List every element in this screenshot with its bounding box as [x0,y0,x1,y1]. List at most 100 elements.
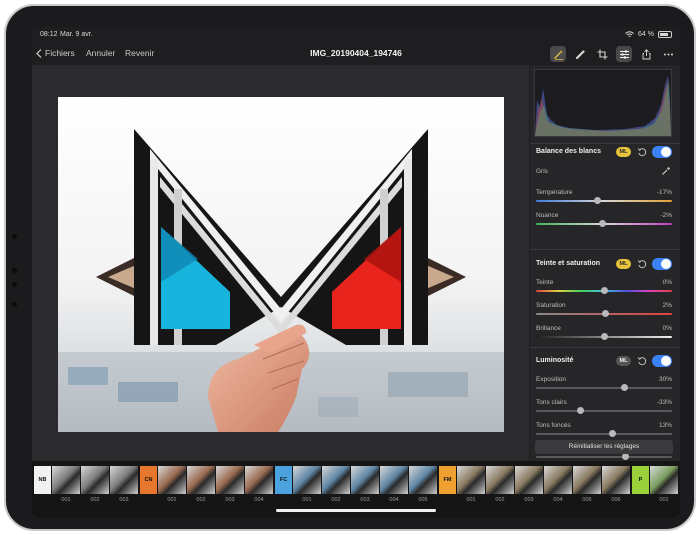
slider-value: -33% [656,399,672,406]
brush-tool[interactable] [572,46,588,62]
slider-thumb[interactable] [608,430,616,437]
thumbnail-image [380,466,408,494]
white-balance-toggle[interactable] [652,146,672,158]
hue-saturation-toggle[interactable] [652,258,672,270]
thumbnail-image [515,466,543,494]
more-tool[interactable] [660,46,676,62]
status-time: 08:12 [40,31,58,38]
adjustments-panel: Balance des blancs ML Gris Température -1… [530,65,680,461]
thumbnail-label: 005 [418,497,428,503]
eyedropper-icon[interactable] [661,166,671,176]
slider-thumb[interactable] [577,407,585,414]
thumbnail-image [158,466,186,494]
thumbnail-label: 003 [360,497,370,503]
slider-track[interactable] [536,456,672,458]
gray-picker-label: Gris [536,168,548,175]
thumbnail-label: 002 [196,497,206,503]
slider-label: Tons clairs [536,399,567,406]
slider-value: 0% [662,325,672,332]
filter-category-tag[interactable]: CN [140,466,157,494]
thumbnail-label: 001 [466,497,476,503]
slider-value: 0% [662,279,672,286]
filter-category-tag[interactable]: FM [439,466,456,494]
thumbnail-image [409,466,437,494]
thumbnail-image [293,466,321,494]
hue-saturation-ml-badge[interactable]: ML [616,259,631,269]
filter-category-tag[interactable]: NB [34,466,51,494]
photo-canvas[interactable] [32,65,529,461]
luminosity-toggle[interactable] [652,355,672,367]
slider-thumb[interactable] [620,384,628,391]
filter-filmstrip: NB 001 002 003 CN 001 002 003 004 FC 001 002 003 004 0… [32,461,680,518]
reset-icon[interactable] [637,356,647,366]
brush-icon [575,49,585,59]
magic-wand-tool[interactable] [550,46,566,62]
screen: 08:12 Mar. 9 avr. 64 % Fichiers Annuler … [32,27,680,518]
filter-category-tag[interactable]: FC [275,466,292,494]
battery-percent: 64 % [638,31,654,38]
sensor-dot [12,268,17,273]
slider-thumb[interactable] [593,197,601,204]
status-right: 64 % [625,31,672,38]
slider-label: Tons foncés [536,422,571,429]
photo[interactable] [58,97,504,432]
sensor-dot [12,302,17,307]
reset-icon[interactable] [637,259,647,269]
slider-track[interactable] [536,200,672,202]
slider-label: Exposition [536,376,566,383]
adjust-tool[interactable] [616,46,632,62]
slider-track[interactable] [536,410,672,412]
hue-saturation-title: Teinte et saturation [536,260,601,267]
battery-icon [658,31,672,38]
wifi-icon [625,31,634,37]
status-date: Mar. 9 avr. [60,31,93,38]
slider-track[interactable] [536,433,672,435]
thumbnail-label: 001 [302,497,312,503]
thumbnail-image [52,466,80,494]
slider-value: 30% [658,376,672,383]
thumbnail-image [602,466,630,494]
thumbnail-label: 002 [90,497,100,503]
thumbnail-image [245,466,273,494]
reset-icon[interactable] [637,147,647,157]
luminosity-title: Luminosité [536,357,574,364]
share-icon [642,48,650,59]
histogram-graph [535,75,671,136]
thumbnail-label: 001 [61,497,71,503]
slider-thumb[interactable] [600,333,608,340]
slider-thumb[interactable] [599,220,607,227]
share-tool[interactable] [638,46,654,62]
thumbnail-label: 005 [582,497,592,503]
thumbnail-label: 006 [611,497,621,503]
slider-label: Saturation [536,302,566,309]
thumbnail-label: 004 [389,497,399,503]
reset-adjustments-button[interactable]: Réinitialiser les réglages [535,440,673,454]
white-balance-ml-badge[interactable]: ML [616,147,631,157]
slider-thumb[interactable] [601,310,609,317]
section-divider [530,347,680,348]
thumbnail-label: 002 [495,497,505,503]
filter-category-tag[interactable]: P [632,466,649,494]
crop-tool[interactable] [594,46,610,62]
thumbnail-image [216,466,244,494]
home-indicator[interactable] [276,509,436,512]
thumbnail-image [544,466,572,494]
slider-track[interactable] [536,387,672,389]
luminosity-ml-badge[interactable]: ML [616,356,631,366]
section-divider [530,249,680,250]
thumbnail-image [187,466,215,494]
histogram [534,69,672,137]
slider-label: Nuance [536,212,559,219]
slider-thumb[interactable] [622,453,630,460]
slider-label: Température [536,189,573,196]
thumbnail-image [322,466,350,494]
photo-image [58,97,504,432]
slider-value: -2% [660,212,672,219]
thumbnail-label: 001 [659,497,669,503]
thumbnail-label: 004 [254,497,264,503]
top-toolbar: Fichiers Annuler Revenir IMG_20190404_19… [32,43,680,65]
thumbnail-image [457,466,485,494]
slider-thumb[interactable] [600,287,608,294]
thumbnail-label: 003 [119,497,129,503]
thumbnail-image [351,466,379,494]
